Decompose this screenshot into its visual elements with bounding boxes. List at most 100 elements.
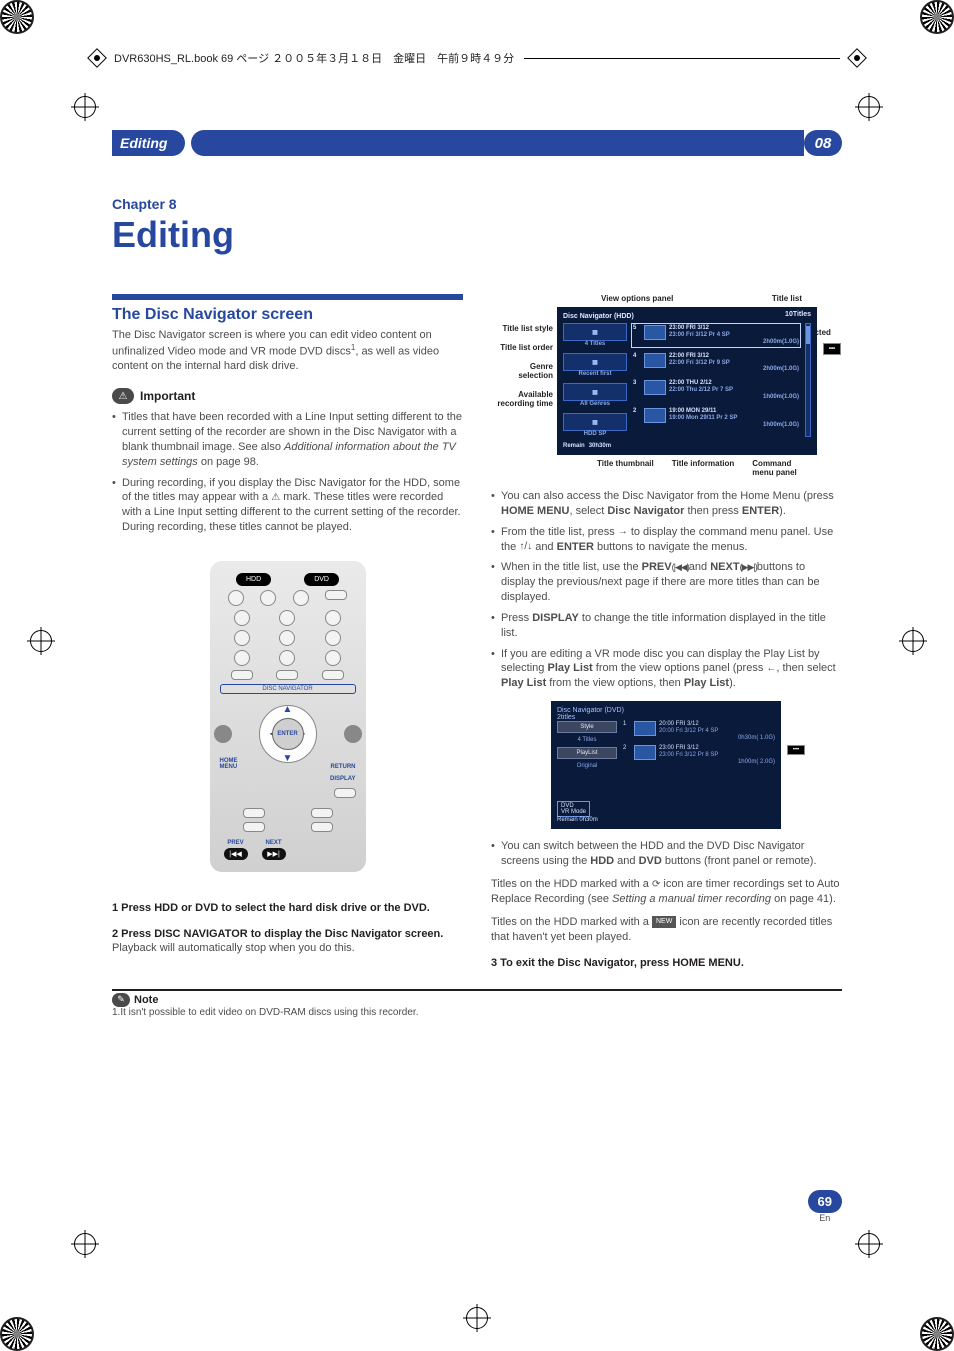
label-view-options: View options panel [601,294,673,303]
mini-window-title: Disc Navigator (DVD) [557,707,624,714]
nav-row-index: 5 [633,325,641,331]
nav-option-tile: ▦ [563,323,627,341]
remote-next-button: ▶▶| [262,848,286,860]
timer-titles-para: Titles on the HDD marked with a ⟳ icon a… [491,877,842,907]
nav-option-sublabel: HDD SP [563,431,627,437]
label-title-list-order: Title list order [491,343,553,352]
label-title-list-style: Title list style [491,324,553,333]
note-icon: ✎ [112,993,130,1007]
book-header-text: DVR630HS_RL.book 69 ページ ２００５年３月１８日 金曜日 午… [114,50,514,66]
prev-track-icon: (|◀◀) [672,561,689,573]
mini-row-index: 2 [623,745,631,766]
registration-mark [858,96,880,118]
label-title-list: Title list [772,294,802,303]
right-column: View options panel Title list Title list… [491,294,842,969]
intro-paragraph: The Disc Navigator screen is where you c… [112,328,463,374]
navigator-screenshot: Disc Navigator (HDD) 10Titles ▦4 Titles▦… [557,307,817,455]
chapter-header-title: Editing [112,130,185,156]
nav-row-thumbnail [644,325,666,340]
bullet-item: During recording, if you display the Dis… [112,476,463,535]
important-bullets: Titles that have been recorded with a Li… [112,410,463,535]
nav-window-title: Disc Navigator (HDD) [563,313,634,320]
nav-title-count: 10Titles [785,311,811,318]
mini-option-sublabel: 4 Titles [557,737,617,743]
bullet-item: From the title list, press → to display … [491,525,842,555]
important-icon: ⚠ [112,388,134,404]
arrow-right-icon: → [618,525,628,539]
warning-triangle-icon: ⚠ [271,491,280,505]
nav-title-row: 5 23:00 FRI 3/1223:00 Fri 3/12 Pr 4 SP2h0… [631,323,801,348]
nav-row-thumbnail [644,353,666,368]
note-section: ✎ Note 1.It isn't possible to edit video… [112,989,842,1018]
remote-return-label: RETURN [331,764,356,770]
nav-row-thumbnail [644,408,666,423]
mini-row-info: 23:00 FRI 3/1223:00 Fri 3/12 Pr 8 SP1h00… [659,745,775,766]
print-corner-mark-tr [920,0,954,34]
nav-row-info: 22:00 FRI 3/1222:00 Fri 3/12 Pr 9 SP2h00… [669,353,799,374]
remote-dvd-button: DVD [304,573,339,586]
nav-scrollbar [805,323,811,437]
label-title-information: Title information [672,459,735,477]
remote-side-button-left [214,725,232,743]
nav-remain-label: Remain [563,443,585,449]
command-menu-icon: ••• [787,745,805,755]
remote-enter-button: ENTER [272,718,304,750]
mini-remain-value: 0h30m [579,817,597,823]
remote-display-label: DISPLAY [330,776,355,782]
label-title-thumbnail: Title thumbnail [597,459,654,477]
remote-prev-button: |◀◀ [224,848,248,860]
nav-option-sublabel: All Genres [563,401,627,407]
label-command-panel: Command menu panel [752,459,796,477]
remote-prev-label: PREV [227,840,243,846]
arrow-left-icon: ← [766,662,776,676]
mini-option-sublabel: Original [557,763,617,769]
note-text: 1.It isn't possible to edit video on DVD… [112,1007,842,1018]
step-1: 1 Press HDD or DVD to select the hard di… [112,902,463,914]
mini-option-tile: Style [557,721,617,733]
nav-title-row: 322:00 THU 2/1222:00 Thu 2/12 Pr 7 SP1h0… [631,378,801,403]
nav-row-index: 2 [633,408,641,414]
book-header: DVR630HS_RL.book 69 ページ ２００５年３月１８日 金曜日 午… [90,50,864,66]
nav-option-tile: ▦ [563,383,627,401]
registration-mark [30,630,52,652]
label-available-time: Available recording time [491,390,553,408]
right-bullets: You can also access the Disc Navigator f… [491,489,842,691]
chapter-title: Editing [112,214,842,256]
mini-title-count: 2titles [557,714,775,721]
remote-home-menu-label: HOME MENU [220,758,238,770]
arrow-up-icon: ▲ [283,704,293,715]
bullet-item: Press DISPLAY to change the title inform… [491,611,842,641]
header-rule [524,58,840,59]
chapter-label: Chapter 8 [112,196,842,212]
diamond-icon [847,48,867,68]
mini-row-index: 1 [623,721,631,742]
label-genre-selection: Genre selection [491,362,553,380]
right-bullets-2: You can switch between the HDD and the D… [491,839,842,869]
nav-row-index: 4 [633,353,641,359]
mini-row-thumbnail [634,745,656,760]
chapter-header-bar: Editing 08 [112,130,842,156]
remote-disc-navigator-label: DISC NAVIGATOR [220,684,356,694]
remote-hdd-button: HDD [236,573,271,586]
mini-mode-badge: DVD VR Mode [557,801,590,817]
mini-row-thumbnail [634,721,656,736]
diamond-icon [87,48,107,68]
page-content: Editing 08 Chapter 8 Editing The Disc Na… [112,130,842,1221]
nav-remain-value: 30h30m [589,443,611,449]
bullet-item: When in the title list, use the PREV (|◀… [491,560,842,605]
arrow-up-down-icon: ↑/↓ [519,540,532,554]
nav-row-info: 23:00 FRI 3/1223:00 Fri 3/12 Pr 4 SP2h00… [669,325,799,346]
new-titles-para: Titles on the HDD marked with a NEW icon… [491,915,842,945]
command-menu-icon: ••• [823,343,841,355]
bullet-item: Titles that have been recorded with a Li… [112,410,463,469]
next-track-icon: (▶▶|) [740,561,757,573]
registration-mark [858,1233,880,1255]
chapter-header-number: 08 [804,130,842,156]
print-corner-mark-br [920,1317,954,1351]
remote-side-button-right [344,725,362,743]
step-3: 3 To exit the Disc Navigator, press HOME… [491,957,842,969]
left-column: The Disc Navigator screen The Disc Navig… [112,294,463,969]
section-heading: The Disc Navigator screen [112,306,463,324]
nav-option-sublabel: Recent first [563,371,627,377]
remote-dpad: ▲ ▼ ◀ ▶ ENTER HOME MENU RETURN [220,698,356,770]
